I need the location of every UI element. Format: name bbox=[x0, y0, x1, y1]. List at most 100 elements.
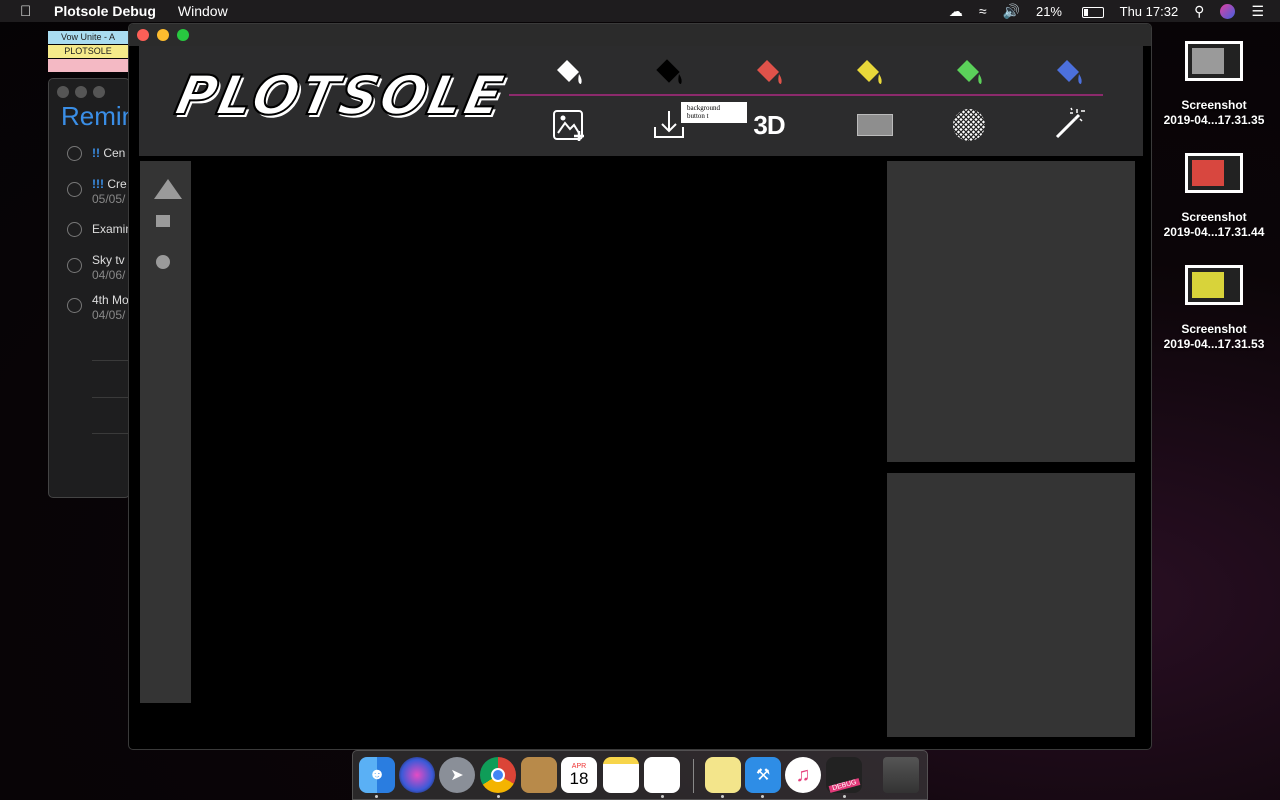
running-indicator bbox=[497, 795, 500, 798]
plotsole-window: PLOTSOLE background button t 3D bbox=[128, 23, 1152, 750]
xcode-icon[interactable]: ⚒ bbox=[745, 757, 781, 793]
reminder-checkbox[interactable] bbox=[67, 222, 82, 237]
reminder-title: Sky tv bbox=[92, 253, 125, 267]
reminder-checkbox[interactable] bbox=[67, 298, 82, 313]
fill-blue-tool[interactable] bbox=[1049, 52, 1089, 92]
reminder-item[interactable]: Sky tv 04/06/ bbox=[49, 251, 129, 282]
app-name-menu[interactable]: Plotsole Debug bbox=[54, 3, 156, 19]
sticky-note-3[interactable] bbox=[48, 59, 128, 72]
desktop-file-screenshot-2[interactable]: Screenshot 2019-04...17.31.44 bbox=[1158, 153, 1270, 240]
spotlight-search-icon[interactable]: ⚲ bbox=[1194, 3, 1204, 20]
minimize-button[interactable] bbox=[157, 29, 169, 41]
fill-white-tool[interactable] bbox=[549, 52, 589, 92]
finder-icon[interactable]: ☻ bbox=[359, 757, 395, 793]
reminder-item[interactable]: Examin bbox=[49, 220, 130, 250]
calendar-day: 18 bbox=[569, 769, 589, 788]
zoom-button[interactable] bbox=[177, 29, 189, 41]
running-indicator bbox=[721, 795, 724, 798]
launchpad-icon[interactable]: ➤ bbox=[439, 757, 475, 793]
tooltip-line: button t bbox=[687, 112, 709, 120]
pattern-button[interactable] bbox=[949, 105, 989, 145]
sticky-note-2[interactable]: PLOTSOLE bbox=[48, 45, 128, 58]
reminders-window: Remin !! Cen !!! Cre 05/05/ Examin Sky t… bbox=[48, 78, 130, 498]
creative-cloud-icon[interactable]: ☁ bbox=[949, 3, 963, 20]
siri-icon[interactable] bbox=[399, 757, 435, 793]
square-shape-button[interactable] bbox=[156, 215, 170, 227]
wifi-icon[interactable]: ≈ bbox=[979, 3, 987, 19]
siri-icon[interactable] bbox=[1220, 3, 1236, 19]
sticky-note-1[interactable]: Vow Unite - A bbox=[48, 31, 128, 44]
close-button[interactable] bbox=[57, 86, 69, 98]
volume-icon[interactable]: 🔊 bbox=[1003, 3, 1020, 20]
shape-sidebar bbox=[140, 161, 191, 703]
battery-icon bbox=[1081, 6, 1104, 18]
reminder-item[interactable]: !!! Cre 05/05/ bbox=[49, 175, 129, 206]
file-thumbnail bbox=[1185, 265, 1243, 305]
calendar-icon[interactable]: APR 18 bbox=[561, 757, 597, 793]
close-button[interactable] bbox=[137, 29, 149, 41]
debug-badge: DEBUG bbox=[828, 777, 860, 793]
fill-green-tool[interactable] bbox=[949, 52, 989, 92]
menu-window[interactable]: Window bbox=[178, 3, 228, 19]
itunes-icon[interactable]: ♫ bbox=[785, 757, 821, 793]
clock[interactable]: Thu 17:32 bbox=[1120, 4, 1179, 19]
notes-icon[interactable] bbox=[603, 757, 639, 793]
reminder-checkbox[interactable] bbox=[67, 258, 82, 273]
paint-bucket-icon bbox=[1057, 60, 1082, 84]
reminder-date: 04/05/ bbox=[92, 308, 126, 322]
sticky-note-text: PLOTSOLE bbox=[64, 46, 112, 56]
minimize-button[interactable] bbox=[75, 86, 87, 98]
fill-yellow-tool[interactable] bbox=[849, 52, 889, 92]
file-name-line-1: Screenshot bbox=[1181, 322, 1247, 336]
battery-percent: 21% bbox=[1035, 3, 1062, 19]
drawing-canvas[interactable] bbox=[193, 161, 885, 741]
background-tooltip: background button t bbox=[681, 102, 747, 123]
running-indicator bbox=[661, 795, 664, 798]
fill-black-tool[interactable] bbox=[649, 52, 689, 92]
reminder-checkbox[interactable] bbox=[67, 182, 82, 197]
contacts-icon[interactable] bbox=[521, 757, 557, 793]
chrome-icon[interactable] bbox=[480, 757, 516, 793]
reminder-item[interactable]: !! Cen bbox=[49, 144, 129, 174]
divider bbox=[92, 433, 129, 434]
reminder-item[interactable]: 4th Mo 04/05/ bbox=[49, 291, 129, 322]
fill-red-tool[interactable] bbox=[749, 52, 789, 92]
status-area: ☁ ≈ 🔊 21% Thu 17:32 ⚲ ☰ bbox=[949, 0, 1280, 22]
pattern-sphere-icon bbox=[953, 109, 985, 141]
file-name-line-2: 2019-04...17.31.53 bbox=[1163, 337, 1265, 351]
file-thumbnail bbox=[1185, 153, 1243, 193]
reminder-title: Cre bbox=[104, 177, 127, 191]
desktop-file-screenshot-3[interactable]: Screenshot 2019-04...17.31.53 bbox=[1158, 265, 1270, 352]
apple-icon[interactable]:  bbox=[20, 3, 36, 20]
reminder-checkbox[interactable] bbox=[67, 146, 82, 161]
paint-bucket-icon bbox=[656, 59, 682, 84]
window-controls bbox=[137, 29, 189, 41]
paint-bucket-icon bbox=[857, 60, 882, 84]
magic-wand-button[interactable] bbox=[1049, 105, 1089, 145]
notification-center-icon[interactable]: ☰ bbox=[1251, 3, 1264, 20]
plotsole-debug-icon[interactable]: DEBUG bbox=[826, 757, 862, 793]
zoom-button[interactable] bbox=[93, 86, 105, 98]
desktop-file-screenshot-1[interactable]: Screenshot 2019-04...17.31.35 bbox=[1158, 41, 1270, 128]
dock: ☻ ➤ APR 18 ⚒ ♫ DEBUG bbox=[352, 750, 928, 800]
window-titlebar[interactable] bbox=[129, 24, 1151, 46]
toolbar-divider bbox=[509, 94, 1103, 96]
plotsole-logo: PLOTSOLE bbox=[169, 63, 511, 128]
reminder-title: Examin bbox=[92, 222, 130, 236]
paint-bucket-icon bbox=[957, 60, 982, 84]
running-indicator bbox=[843, 795, 846, 798]
3d-button[interactable]: 3D bbox=[749, 105, 789, 145]
trash-icon[interactable] bbox=[883, 757, 919, 793]
menu-bar:  Plotsole Debug Window ☁ ≈ 🔊 21% Thu 17… bbox=[0, 0, 1280, 22]
triangle-shape-button[interactable] bbox=[154, 179, 182, 199]
file-name-line-1: Screenshot bbox=[1181, 210, 1247, 224]
circle-shape-button[interactable] bbox=[156, 255, 170, 269]
add-image-button[interactable] bbox=[549, 105, 589, 145]
paint-bucket-icon bbox=[757, 60, 782, 84]
stickies-icon[interactable] bbox=[705, 757, 741, 793]
battery-status[interactable]: 21% bbox=[1036, 4, 1104, 19]
background-rectangle-button[interactable] bbox=[855, 105, 895, 145]
divider bbox=[92, 360, 129, 361]
reminder-text: !!! Cre bbox=[92, 177, 127, 191]
reminders-icon[interactable] bbox=[644, 757, 680, 793]
